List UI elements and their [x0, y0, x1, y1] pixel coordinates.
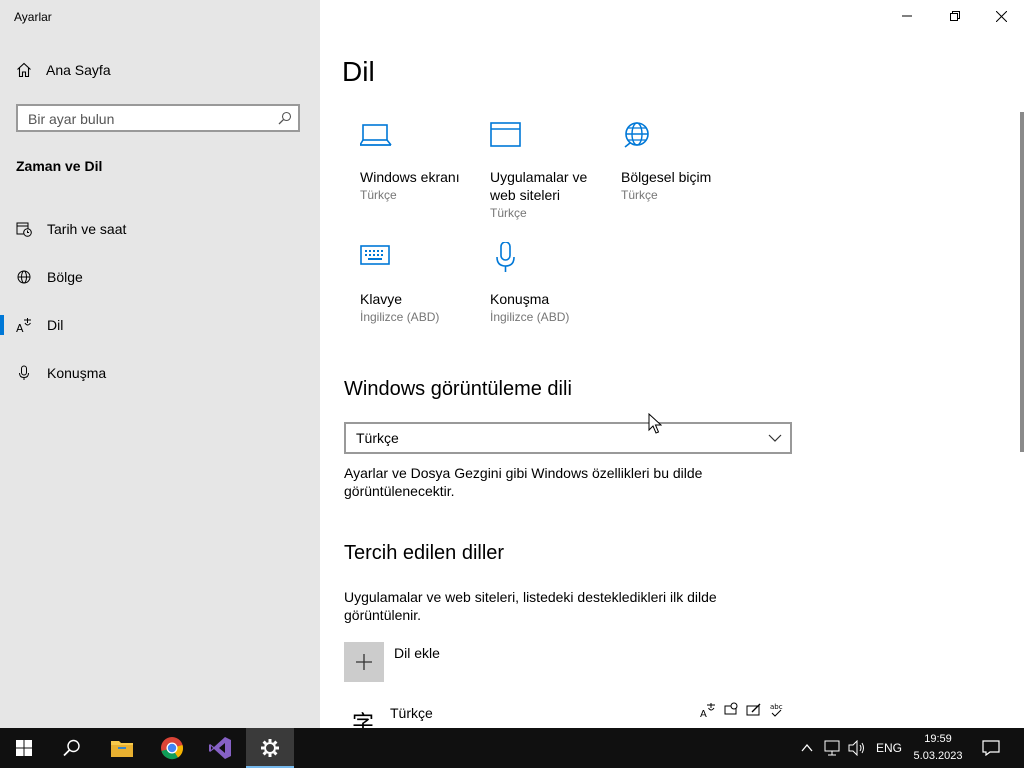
action-center-button[interactable]: [968, 728, 1014, 768]
system-tray: ENG: [800, 728, 902, 768]
tile-sub: İngilizce (ABD): [360, 310, 440, 324]
preferred-languages-heading: Tercih edilen diller: [344, 542, 505, 564]
taskbar-file-explorer[interactable]: [98, 728, 146, 768]
microphone-icon: [16, 365, 32, 381]
chevron-up-icon[interactable]: [800, 741, 814, 755]
close-button[interactable]: [978, 0, 1024, 32]
microphone-icon: [490, 241, 610, 278]
clock[interactable]: 19:59 5.03.2023: [908, 731, 968, 765]
plus-icon: [344, 642, 384, 682]
minimize-icon: [902, 15, 912, 17]
page-title: Dil: [342, 56, 375, 87]
language-glyph: 字: [352, 711, 375, 728]
speech-feature-icon: [724, 702, 738, 715]
sidebar: Ayarlar Ana Sayfa Zaman ve Dil Tarih ve …: [0, 0, 320, 728]
settings-search[interactable]: [16, 104, 300, 132]
display-language-dropdown[interactable]: Türkçe: [344, 422, 792, 454]
tile-label: Klavye: [360, 291, 403, 307]
minimize-button[interactable]: [884, 0, 930, 32]
taskbar-search-button[interactable]: [48, 728, 96, 768]
app-window-icon: [490, 120, 610, 156]
chevron-down-icon: [768, 434, 782, 442]
gear-icon: [261, 739, 279, 757]
svg-text:A: A: [700, 709, 707, 718]
language-icon: A: [16, 317, 32, 333]
sidebar-item-label: Konuşma: [47, 365, 107, 381]
network-icon[interactable]: [824, 740, 840, 756]
tile-label: Bölgesel biçim: [621, 169, 712, 185]
tile-label: Konuşma: [490, 291, 550, 307]
scrollbar[interactable]: [1020, 112, 1024, 452]
language-row[interactable]: 字 Türkçe A abc: [344, 700, 784, 728]
main-content: Dil Windows ekranı Türkçe Uygulamalar ve…: [320, 0, 1024, 728]
tile-windows-display[interactable]: Windows ekranı Türkçe: [359, 120, 480, 202]
mouse-cursor-icon: [648, 413, 662, 434]
tile-sub: İngilizce (ABD): [490, 310, 570, 324]
dropdown-value: Türkçe: [356, 430, 399, 446]
keyboard-icon: [360, 242, 480, 278]
volume-icon[interactable]: [848, 740, 866, 756]
sidebar-item-date-time[interactable]: Tarih ve saat: [0, 205, 320, 253]
tile-keyboard[interactable]: Klavye İngilizce (ABD): [360, 242, 480, 324]
tile-sub: Türkçe: [490, 206, 527, 220]
restore-button[interactable]: [932, 0, 978, 32]
sidebar-item-language[interactable]: A Dil: [0, 301, 320, 349]
clock-date: 5.03.2023: [913, 750, 963, 762]
language-name: Türkçe: [390, 705, 433, 721]
taskbar-settings[interactable]: [246, 728, 294, 768]
globe-icon: [621, 120, 741, 156]
sidebar-item-label: Bölge: [47, 269, 83, 285]
restore-icon: [950, 11, 960, 21]
input-language-indicator[interactable]: ENG: [876, 741, 902, 755]
notification-icon: [982, 740, 1000, 756]
windows-logo-icon: [16, 740, 32, 756]
start-button[interactable]: [0, 728, 48, 768]
close-icon: [995, 10, 1007, 22]
sidebar-item-label: Dil: [47, 317, 64, 333]
display-language-feature-icon: A: [700, 703, 715, 718]
tile-label: Uygulamalar ve web siteleri: [490, 169, 588, 203]
sidebar-item-speech[interactable]: Konuşma: [0, 349, 320, 397]
taskbar-chrome[interactable]: [148, 728, 196, 768]
sidebar-item-label: Tarih ve saat: [47, 221, 127, 237]
calendar-clock-icon: [16, 221, 32, 237]
handwriting-feature-icon: [746, 703, 761, 716]
taskbar: ENG 19:59 5.03.2023: [0, 728, 1024, 768]
search-input[interactable]: [26, 106, 270, 132]
home-link[interactable]: Ana Sayfa: [16, 62, 111, 78]
svg-text:abc: abc: [770, 703, 783, 711]
tile-apps-websites[interactable]: Uygulamalar ve web siteleri Türkçe: [490, 120, 610, 220]
sidebar-nav: Tarih ve saat Bölge A Dil Konuşma: [0, 205, 320, 397]
tile-sub: Türkçe: [621, 188, 658, 202]
home-label: Ana Sayfa: [46, 62, 111, 78]
app-title: Ayarlar: [14, 10, 52, 24]
display-language-heading: Windows görüntüleme dili: [344, 378, 572, 400]
add-language-button[interactable]: Dil ekle: [344, 642, 440, 682]
tile-speech[interactable]: Konuşma İngilizce (ABD): [490, 241, 610, 324]
sidebar-item-region[interactable]: Bölge: [0, 253, 320, 301]
taskbar-visual-studio[interactable]: [196, 728, 244, 768]
preferred-languages-description: Uygulamalar ve web siteleri, listedeki d…: [344, 589, 717, 623]
clock-time: 19:59: [924, 733, 952, 745]
search-icon[interactable]: [278, 111, 292, 125]
folder-icon: [111, 741, 133, 757]
visual-studio-icon: [209, 737, 231, 759]
spelling-feature-icon: abc: [770, 703, 783, 717]
laptop-icon: [359, 120, 480, 156]
search-icon: [63, 739, 80, 757]
tile-label: Windows ekranı: [360, 169, 460, 185]
tile-regional-format[interactable]: Bölgesel biçim Türkçe: [621, 120, 741, 202]
home-icon: [17, 62, 31, 78]
language-features: A abc: [700, 702, 784, 718]
chrome-icon: [161, 737, 184, 760]
globe-icon: [16, 269, 32, 285]
svg-text:A: A: [16, 322, 24, 333]
tile-sub: Türkçe: [360, 188, 397, 202]
group-title: Zaman ve Dil: [16, 158, 103, 174]
display-language-description: Ayarlar ve Dosya Gezgini gibi Windows öz…: [344, 465, 703, 499]
add-language-label: Dil ekle: [394, 645, 440, 661]
